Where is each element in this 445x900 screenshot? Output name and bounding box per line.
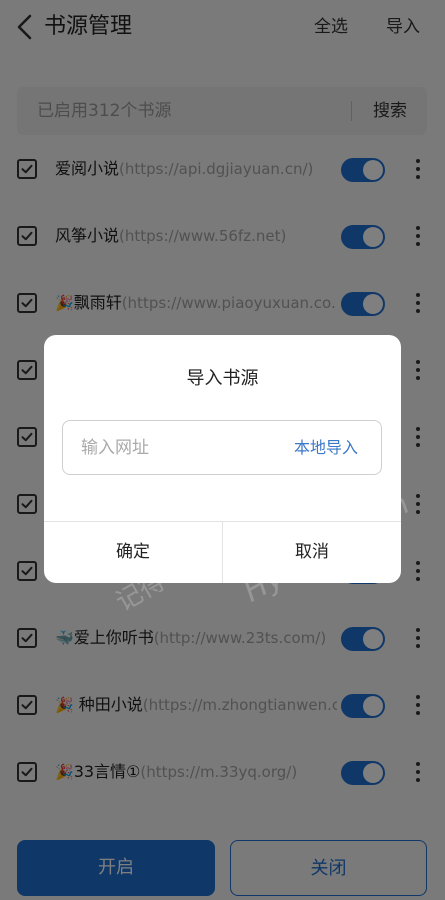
import-source-dialog: 导入书源 输入网址 本地导入 确定 取消	[44, 335, 401, 583]
url-input[interactable]: 输入网址 本地导入	[62, 420, 382, 475]
confirm-button[interactable]: 确定	[44, 522, 222, 583]
dialog-title: 导入书源	[186, 368, 259, 389]
url-input-placeholder[interactable]: 输入网址	[81, 435, 149, 461]
cancel-button[interactable]: 取消	[223, 522, 401, 583]
local-import-button[interactable]: 本地导入	[294, 435, 358, 461]
